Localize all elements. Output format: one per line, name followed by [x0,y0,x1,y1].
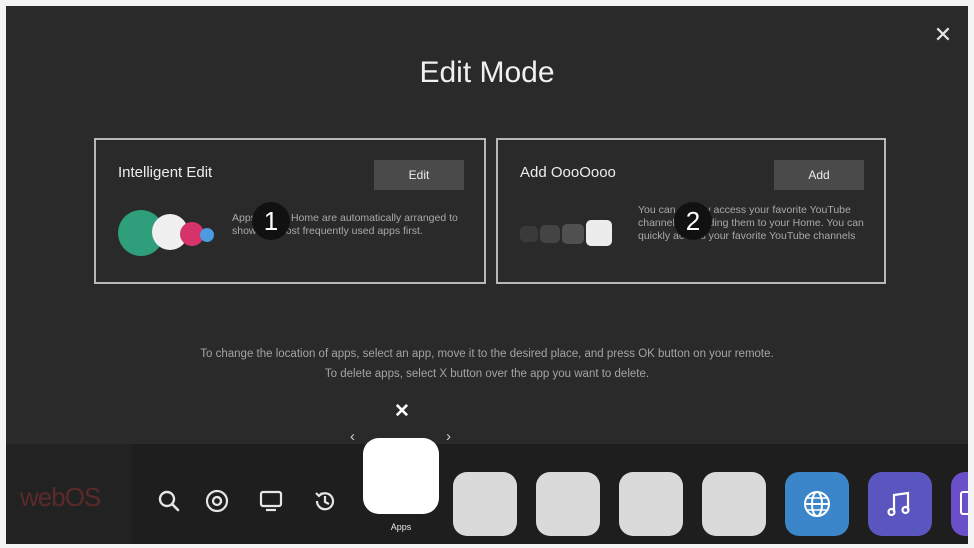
add-channel-card: Add OooOooo Add You can quickly access y… [496,138,886,284]
tv-icon[interactable] [258,488,284,514]
edit-button[interactable]: Edit [374,160,464,190]
add-button[interactable]: Add [774,160,864,190]
move-left-icon[interactable]: ‹ [350,428,355,445]
intelligent-edit-card: Intelligent Edit Edit Apps on the Home a… [94,138,486,284]
callout-badge-2: 2 [674,202,712,240]
webos-logo: webOS [20,482,101,512]
gallery-tile[interactable] [951,472,968,536]
launcher-bar: webOS Apps [6,438,968,544]
recent-icon[interactable] [312,488,338,514]
apps-label: Apps [390,522,412,532]
app-tile[interactable] [702,472,766,536]
move-right-icon[interactable]: › [446,428,451,445]
input-source-icon[interactable] [204,488,230,514]
music-icon [887,491,910,517]
app-tile[interactable] [536,472,600,536]
page-title: Edit Mode [419,56,555,89]
callout-badge-1: 1 [252,202,290,240]
globe-icon [804,491,830,517]
search-icon[interactable] [156,488,182,514]
web-browser-tile[interactable] [785,472,849,536]
card-title-intelligent-edit: Intelligent Edit [118,164,213,181]
delete-app-icon[interactable]: ✕ [392,402,412,422]
app-tile[interactable] [619,472,683,536]
logo-area: webOS [6,444,132,544]
apps-tile-selected[interactable] [363,438,439,514]
instructions: To change the location of apps, select a… [6,344,968,384]
music-tile[interactable] [868,472,932,536]
card-title-add: Add OooOooo [520,164,616,181]
instruction-delete: To delete apps, select X button over the… [324,368,650,380]
gallery-icon [960,491,968,515]
tv-screen: ✕ Edit Mode Intelligent Edit Edit Apps o… [6,6,968,544]
instruction-move: To change the location of apps, select a… [200,348,774,360]
close-icon[interactable]: ✕ [932,24,954,46]
app-tile[interactable] [453,472,517,536]
